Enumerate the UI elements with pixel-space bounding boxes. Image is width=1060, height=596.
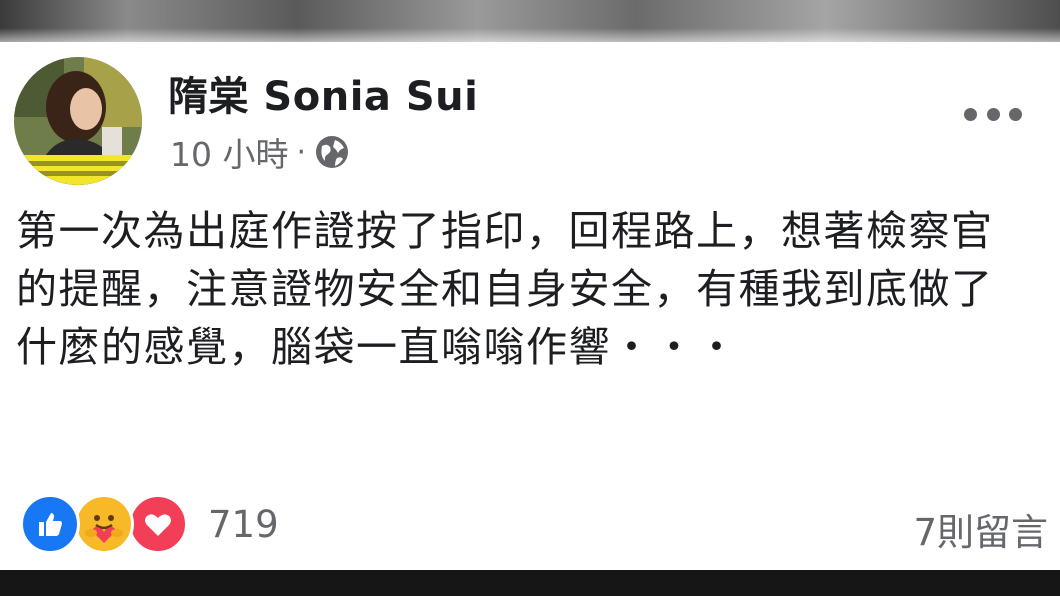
dot — [986, 107, 1000, 121]
blurred-background-top — [0, 0, 1060, 42]
like-icon — [20, 494, 80, 554]
dot — [964, 107, 977, 121]
post-time[interactable]: 10 小時 — [170, 128, 288, 176]
reaction-count: 719 — [208, 502, 279, 546]
screenshot-frame: 隋棠 Sonia Sui 10 小時 · 第一次為出庭作證按了指印，回程路上，想… — [0, 0, 1060, 596]
care-icon — [74, 494, 134, 554]
blurred-background-bottom — [0, 570, 1060, 596]
globe-icon[interactable] — [314, 134, 350, 170]
post-text: 第一次為出庭作證按了指印，回程路上，想著檢察官的提醒，注意證物安全和自身安全，有… — [16, 207, 994, 371]
more-options-icon[interactable] — [964, 100, 1022, 128]
author-name[interactable]: 隋棠 Sonia Sui — [168, 64, 478, 122]
meta-separator: · — [296, 134, 307, 170]
reaction-summary[interactable]: 719 — [20, 494, 279, 554]
post-meta: 10 小時 · — [170, 132, 350, 174]
author-avatar[interactable] — [14, 57, 142, 185]
comments-link[interactable]: 7則留言 — [913, 502, 1048, 556]
facebook-post-card: 隋棠 Sonia Sui 10 小時 · 第一次為出庭作證按了指印，回程路上，想… — [0, 42, 1060, 570]
love-icon — [128, 494, 188, 554]
dot — [1009, 107, 1022, 121]
